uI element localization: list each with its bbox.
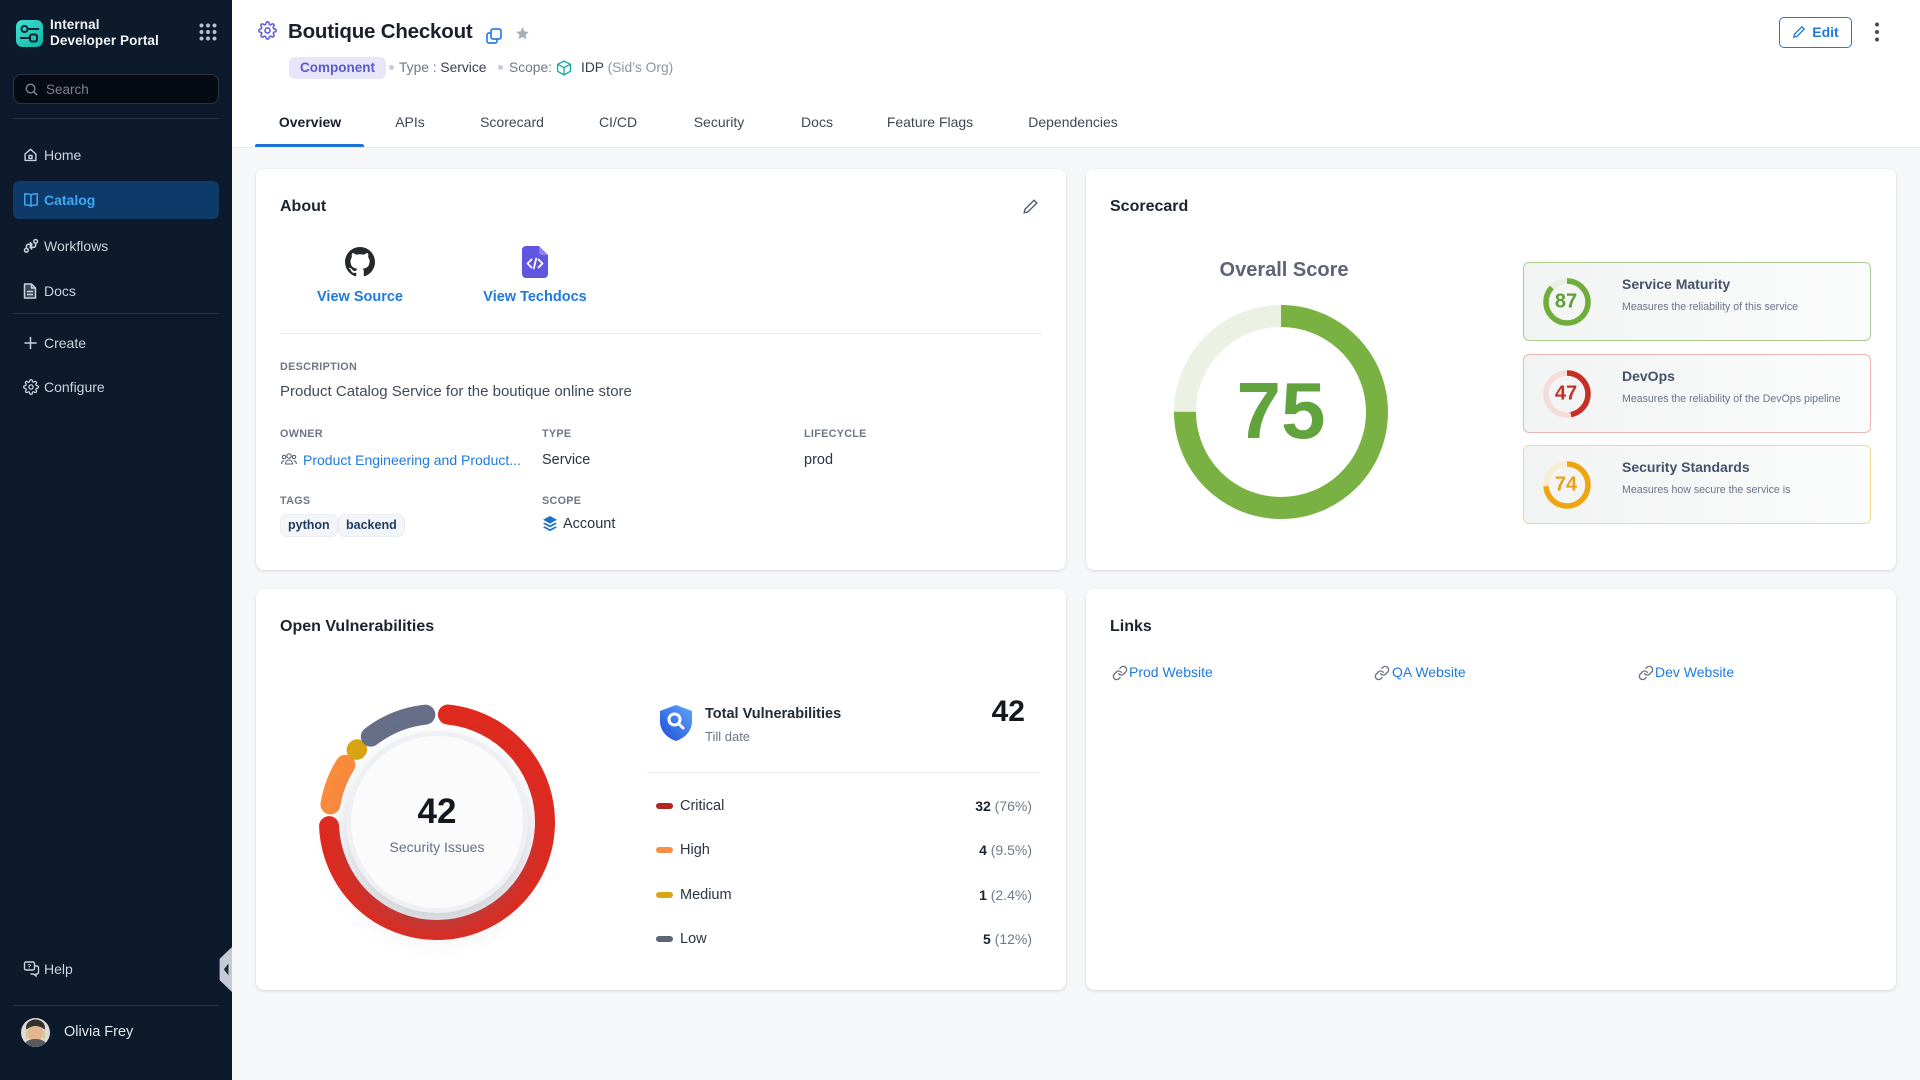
svg-text:?: ? — [27, 963, 31, 970]
